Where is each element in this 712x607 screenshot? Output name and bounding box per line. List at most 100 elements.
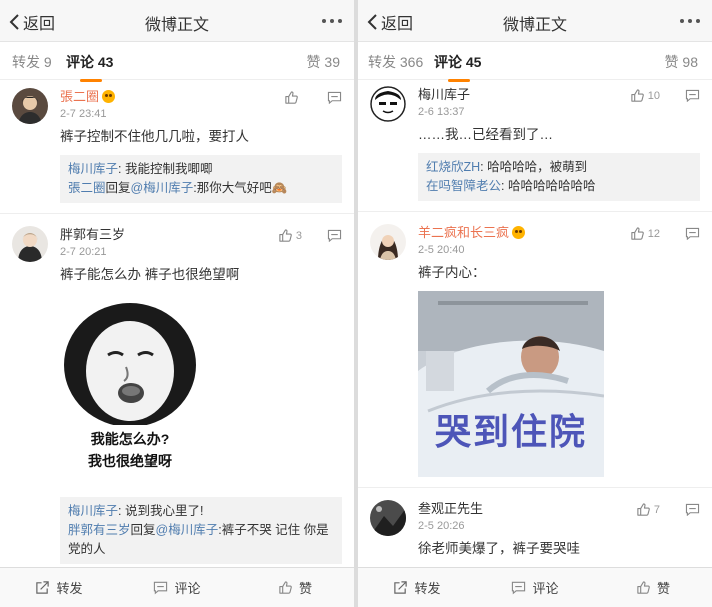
reply-text: : 我能控制我唧唧 — [118, 162, 213, 176]
comment-item: 張二圈 2-7 23:41 裤子控制不住他几几啦，要打人 梅川库子: 我能控制我… — [0, 80, 354, 213]
page-title: 微博正文 — [144, 17, 209, 34]
reply-line: 胖郭有三岁回复@梅川库子:裤子不哭 记住 你是党的人 — [68, 521, 334, 559]
timestamp: 2-5 20:26 — [418, 520, 465, 532]
thumbs-up-icon — [636, 580, 651, 595]
repost-button[interactable]: 转发 — [0, 568, 118, 607]
bottom-action-bar: 转发 评论 赞 — [0, 567, 354, 607]
comment-text: 裤子内心： — [418, 265, 486, 280]
reply-text: : 哈哈哈哈哈哈哈 — [501, 179, 596, 193]
timestamp: 2-7 23:41 — [60, 108, 107, 120]
tab-repost[interactable]: 转发 9 — [12, 52, 52, 72]
thumbs-up-icon — [630, 88, 645, 103]
like-count: 3 — [295, 229, 302, 242]
reply-box[interactable]: 红烧欣ZH: 哈哈哈哈，被萌到 在吗智障老公: 哈哈哈哈哈哈哈 — [418, 153, 700, 201]
thumbs-up-icon — [278, 228, 293, 243]
repost-label: 转发 — [56, 581, 83, 596]
photo-caption: 哭到住院 — [434, 411, 587, 452]
like-button[interactable] — [284, 90, 302, 105]
tab-bar: 转发 9 评论 43 赞 39 — [0, 42, 354, 82]
reply-user[interactable]: 胖郭有三岁 — [68, 523, 131, 537]
reply-user[interactable]: 红烧欣ZH — [426, 160, 480, 174]
reply-mention[interactable]: @梅川库子 — [131, 181, 194, 195]
like-action-button[interactable]: 赞 — [594, 568, 712, 607]
reply-text: : 哈哈哈哈，被萌到 — [480, 160, 588, 174]
hospital-photo[interactable]: 哭到住院 — [418, 291, 604, 477]
vip-badge-icon — [512, 226, 526, 239]
avatar[interactable] — [370, 500, 406, 536]
nav-bar: 返回 微博正文 — [358, 0, 712, 42]
avatar[interactable] — [12, 88, 48, 124]
reply-line: 在吗智障老公: 哈哈哈哈哈哈哈 — [426, 177, 692, 196]
comment-text: ……我…已经看到了… — [418, 127, 553, 142]
avatar[interactable] — [370, 86, 406, 122]
comment-item: 叁观正先生 2-5 20:26 7 徐老师美爆了，裤子要哭哇 — [358, 487, 712, 567]
comment-button[interactable]: 评论 — [118, 568, 236, 607]
tab-comment[interactable]: 评论 45 — [434, 52, 481, 82]
repost-button[interactable]: 转发 — [358, 568, 476, 607]
like-button[interactable]: 10 — [630, 88, 660, 103]
thumbs-up-icon — [630, 226, 645, 241]
comment-item: 梅川库子 2-6 13:37 10 ……我…已经看到了… 红烧欣ZH: 哈哈哈哈… — [358, 78, 712, 211]
vip-badge-icon — [102, 90, 116, 103]
reply-user[interactable]: 梅川库子 — [68, 162, 118, 176]
more-icon[interactable] — [322, 12, 342, 23]
reply-text: : 说到我心里了! — [118, 504, 204, 518]
reply-box[interactable]: 梅川库子: 说到我心里了! 胖郭有三岁回复@梅川库子:裤子不哭 记住 你是党的人 — [60, 497, 342, 564]
comment-item: 胖郭有三岁 2-7 20:21 3 裤子能怎么办 裤子也很绝望啊 我能怎么办? … — [0, 213, 354, 567]
comment-text: 徐老师美爆了，裤子要哭哇 — [418, 541, 580, 556]
comment-list: 梅川库子 2-6 13:37 10 ……我…已经看到了… 红烧欣ZH: 哈哈哈哈… — [358, 78, 712, 567]
tab-like[interactable]: 赞 98 — [665, 52, 698, 72]
comment-button[interactable]: 评论 — [476, 568, 594, 607]
tab-bar: 转发 366 评论 45 赞 98 — [358, 42, 712, 82]
username-text[interactable]: 張二圈 — [60, 89, 99, 104]
timestamp: 2-5 20:40 — [418, 244, 465, 256]
like-action-button[interactable]: 赞 — [236, 568, 354, 607]
reply-icon[interactable] — [685, 89, 700, 102]
repost-label: 转发 — [414, 581, 441, 596]
like-label: 赞 — [656, 581, 670, 596]
avatar[interactable] — [370, 224, 406, 260]
thumbs-up-icon — [284, 90, 299, 105]
bottom-action-bar: 转发 评论 赞 — [358, 567, 712, 607]
reply-icon[interactable] — [685, 227, 700, 240]
like-button[interactable]: 7 — [636, 502, 660, 517]
more-icon[interactable] — [680, 12, 700, 23]
reply-line: 梅川库子: 我能控制我唧唧 — [68, 160, 334, 179]
timestamp: 2-7 20:21 — [60, 246, 107, 258]
reply-mid: 回复 — [105, 181, 131, 195]
like-button[interactable]: 12 — [630, 226, 660, 241]
like-count: 12 — [647, 227, 660, 240]
like-label: 赞 — [298, 581, 312, 596]
like-count: 10 — [647, 89, 660, 102]
reply-icon[interactable] — [685, 503, 700, 516]
tab-like[interactable]: 赞 39 — [307, 52, 340, 72]
meme-caption-line: 我也很绝望呀 — [88, 453, 172, 469]
thumbs-up-icon — [278, 580, 293, 595]
reply-icon[interactable] — [327, 91, 342, 104]
reply-user[interactable]: 在吗智障老公 — [426, 179, 501, 193]
reply-icon[interactable] — [327, 229, 342, 242]
like-button[interactable]: 3 — [278, 228, 302, 243]
comment-label: 评论 — [532, 581, 559, 596]
comment-label: 评论 — [174, 581, 201, 596]
reply-user[interactable]: 張二圈 — [68, 181, 106, 195]
username-text[interactable]: 羊二疯和长三疯 — [418, 225, 509, 240]
reply-mid: 回复 — [130, 523, 156, 537]
like-count: 7 — [653, 503, 660, 516]
tab-repost[interactable]: 转发 366 — [368, 52, 423, 72]
timestamp: 2-6 13:37 — [418, 106, 465, 118]
tab-comment[interactable]: 评论 43 — [66, 52, 113, 82]
reply-line: 红烧欣ZH: 哈哈哈哈，被萌到 — [426, 158, 692, 177]
reply-user[interactable]: 梅川库子 — [68, 504, 118, 518]
reply-box[interactable]: 梅川库子: 我能控制我唧唧 張二圈回复@梅川库子:那你大气好吧🙈 — [60, 155, 342, 203]
reply-line: 張二圈回复@梅川库子:那你大气好吧🙈 — [68, 179, 334, 198]
avatar[interactable] — [12, 226, 48, 262]
reply-mention[interactable]: @梅川库子 — [156, 523, 219, 537]
reply-line: 梅川库子: 说到我心里了! — [68, 502, 334, 521]
nav-bar: 返回 微博正文 — [0, 0, 354, 42]
page-title: 微博正文 — [502, 17, 567, 34]
meme-caption-line: 我能怎么办? — [90, 431, 170, 447]
meme-image[interactable]: 我能怎么办? 我也很绝望呀 — [60, 295, 200, 483]
comment-item: 羊二疯和长三疯 2-5 20:40 12 裤子内心： 哭到住院 — [358, 211, 712, 487]
reply-text: :那你大气好吧🙈 — [193, 181, 288, 195]
